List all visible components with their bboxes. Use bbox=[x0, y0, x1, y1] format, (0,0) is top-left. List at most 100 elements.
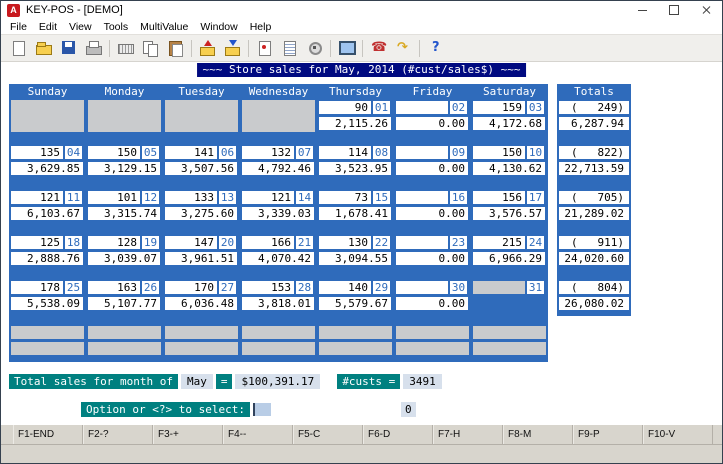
menu-window[interactable]: Window bbox=[194, 21, 243, 33]
fkey-f7[interactable]: F7-H bbox=[433, 425, 503, 444]
open-icon bbox=[35, 40, 52, 56]
totals-header-slot: Totals bbox=[557, 84, 631, 100]
customer-count: 178 bbox=[11, 281, 63, 294]
customer-count: 90 bbox=[319, 101, 371, 114]
day-cell: 9001 bbox=[317, 100, 394, 116]
day-sales-cell: 5,538.09 bbox=[9, 296, 86, 312]
week-counts-row: 12518128191472016621130222321524( 911) bbox=[9, 235, 631, 251]
fkey-f3[interactable]: F3-+ bbox=[153, 425, 223, 444]
empty-day-cell bbox=[165, 100, 238, 116]
day-cell bbox=[240, 341, 317, 357]
empty-day-cell bbox=[396, 326, 469, 339]
week-counts-row: 13504150051410613207114080915010( 822) bbox=[9, 145, 631, 161]
customer-count: 159 bbox=[473, 101, 525, 114]
sales-value: 4,070.42 bbox=[242, 252, 314, 265]
day-number: 29 bbox=[373, 281, 390, 294]
sales-total-slot: 26,080.02 bbox=[557, 296, 631, 312]
day-number: 30 bbox=[450, 281, 467, 294]
week-sales-total: 22,713.59 bbox=[559, 162, 629, 175]
terminal-button[interactable] bbox=[334, 37, 359, 60]
customer-count: 135 bbox=[11, 146, 63, 159]
download-button[interactable] bbox=[220, 37, 245, 60]
week-count-total: ( 705) bbox=[559, 191, 629, 204]
day-sales-cell: 3,129.15 bbox=[86, 161, 163, 177]
empty-day-cell bbox=[11, 116, 84, 132]
fkey-f9[interactable]: F9-P bbox=[573, 425, 643, 444]
fkey-f10[interactable]: F10-V bbox=[643, 425, 713, 444]
paste-button[interactable] bbox=[163, 37, 188, 60]
empty-day-cell bbox=[242, 116, 315, 132]
customer-count bbox=[396, 146, 448, 159]
day-sales-cell: 4,070.42 bbox=[240, 251, 317, 267]
empty-day-cell bbox=[242, 100, 315, 116]
day-number: 08 bbox=[373, 146, 390, 159]
close-icon bbox=[701, 5, 711, 15]
day-cell: 12111 bbox=[9, 190, 86, 206]
menu-view[interactable]: View bbox=[63, 21, 98, 33]
print-button[interactable] bbox=[81, 37, 106, 60]
day-sales-cell: 0.00 bbox=[394, 206, 471, 222]
menu-file[interactable]: File bbox=[4, 21, 33, 33]
column-gap bbox=[548, 251, 557, 267]
sales-value: 6,036.48 bbox=[165, 297, 237, 310]
day-cell bbox=[9, 341, 86, 357]
day-cell: 15005 bbox=[86, 145, 163, 161]
save-button[interactable] bbox=[56, 37, 81, 60]
sales-calendar: SundayMondayTuesdayWednesdayThursdayFrid… bbox=[9, 84, 631, 366]
menu-multivalue[interactable]: MultiValue bbox=[134, 21, 194, 33]
day-cell: 15010 bbox=[471, 145, 548, 161]
day-number: 23 bbox=[450, 236, 467, 249]
menu-edit[interactable]: Edit bbox=[33, 21, 63, 33]
day-number: 05 bbox=[142, 146, 159, 159]
upload-button[interactable] bbox=[195, 37, 220, 60]
fkey-f5[interactable]: F5-C bbox=[293, 425, 363, 444]
keyboard-button[interactable] bbox=[113, 37, 138, 60]
customer-count: 130 bbox=[319, 236, 371, 249]
week-sales-row: 5,538.095,107.776,036.483,818.015,579.67… bbox=[9, 296, 631, 312]
day-number: 06 bbox=[219, 146, 236, 159]
day-sales-cell: 2,888.76 bbox=[9, 251, 86, 267]
menu-tools[interactable]: Tools bbox=[98, 21, 135, 33]
day-header: Thursday bbox=[317, 84, 394, 100]
menu-help[interactable]: Help bbox=[244, 21, 278, 33]
fkey-f6[interactable]: F6-D bbox=[363, 425, 433, 444]
sales-value: 3,629.85 bbox=[11, 162, 83, 175]
fkey-f2[interactable]: F2-? bbox=[83, 425, 153, 444]
day-header: Wednesday bbox=[240, 84, 317, 100]
capture-button[interactable] bbox=[252, 37, 277, 60]
option-input[interactable] bbox=[253, 403, 271, 416]
fkey-f8[interactable]: F8-M bbox=[503, 425, 573, 444]
new-button[interactable] bbox=[6, 37, 31, 60]
title-bar[interactable]: A KEY-POS - [DEMO] bbox=[1, 1, 722, 19]
empty-day-cell bbox=[319, 342, 392, 355]
empty-day-cell bbox=[88, 342, 161, 355]
sales-value: 0.00 bbox=[396, 252, 468, 265]
close-button[interactable] bbox=[690, 1, 722, 19]
open-button[interactable] bbox=[31, 37, 56, 60]
sales-value: 5,579.67 bbox=[319, 297, 391, 310]
day-cell bbox=[317, 341, 394, 357]
day-cell: 15617 bbox=[471, 190, 548, 206]
help-button[interactable] bbox=[423, 37, 448, 60]
phone-button[interactable] bbox=[366, 37, 391, 60]
reset-button[interactable] bbox=[391, 37, 416, 60]
day-header: Saturday bbox=[471, 84, 548, 100]
maximize-button[interactable] bbox=[658, 1, 690, 19]
day-header-slot: Friday bbox=[394, 84, 471, 100]
day-cell bbox=[163, 100, 240, 116]
day-number: 14 bbox=[296, 191, 313, 204]
notes-button[interactable] bbox=[277, 37, 302, 60]
fkey-f1[interactable]: F1-END bbox=[13, 425, 83, 444]
day-cell: 12114 bbox=[240, 190, 317, 206]
sales-value: 3,961.51 bbox=[165, 252, 237, 265]
day-cell: 14106 bbox=[163, 145, 240, 161]
minimize-button[interactable] bbox=[626, 1, 658, 19]
empty-day-cell bbox=[242, 326, 315, 339]
fkey-f4[interactable]: F4-- bbox=[223, 425, 293, 444]
wizard-button[interactable] bbox=[302, 37, 327, 60]
sales-value: 0.00 bbox=[396, 207, 468, 220]
sales-total-slot: 22,713.59 bbox=[557, 161, 631, 177]
day-sales-cell bbox=[86, 116, 163, 132]
day-cell: 10112 bbox=[86, 190, 163, 206]
copy-button[interactable] bbox=[138, 37, 163, 60]
